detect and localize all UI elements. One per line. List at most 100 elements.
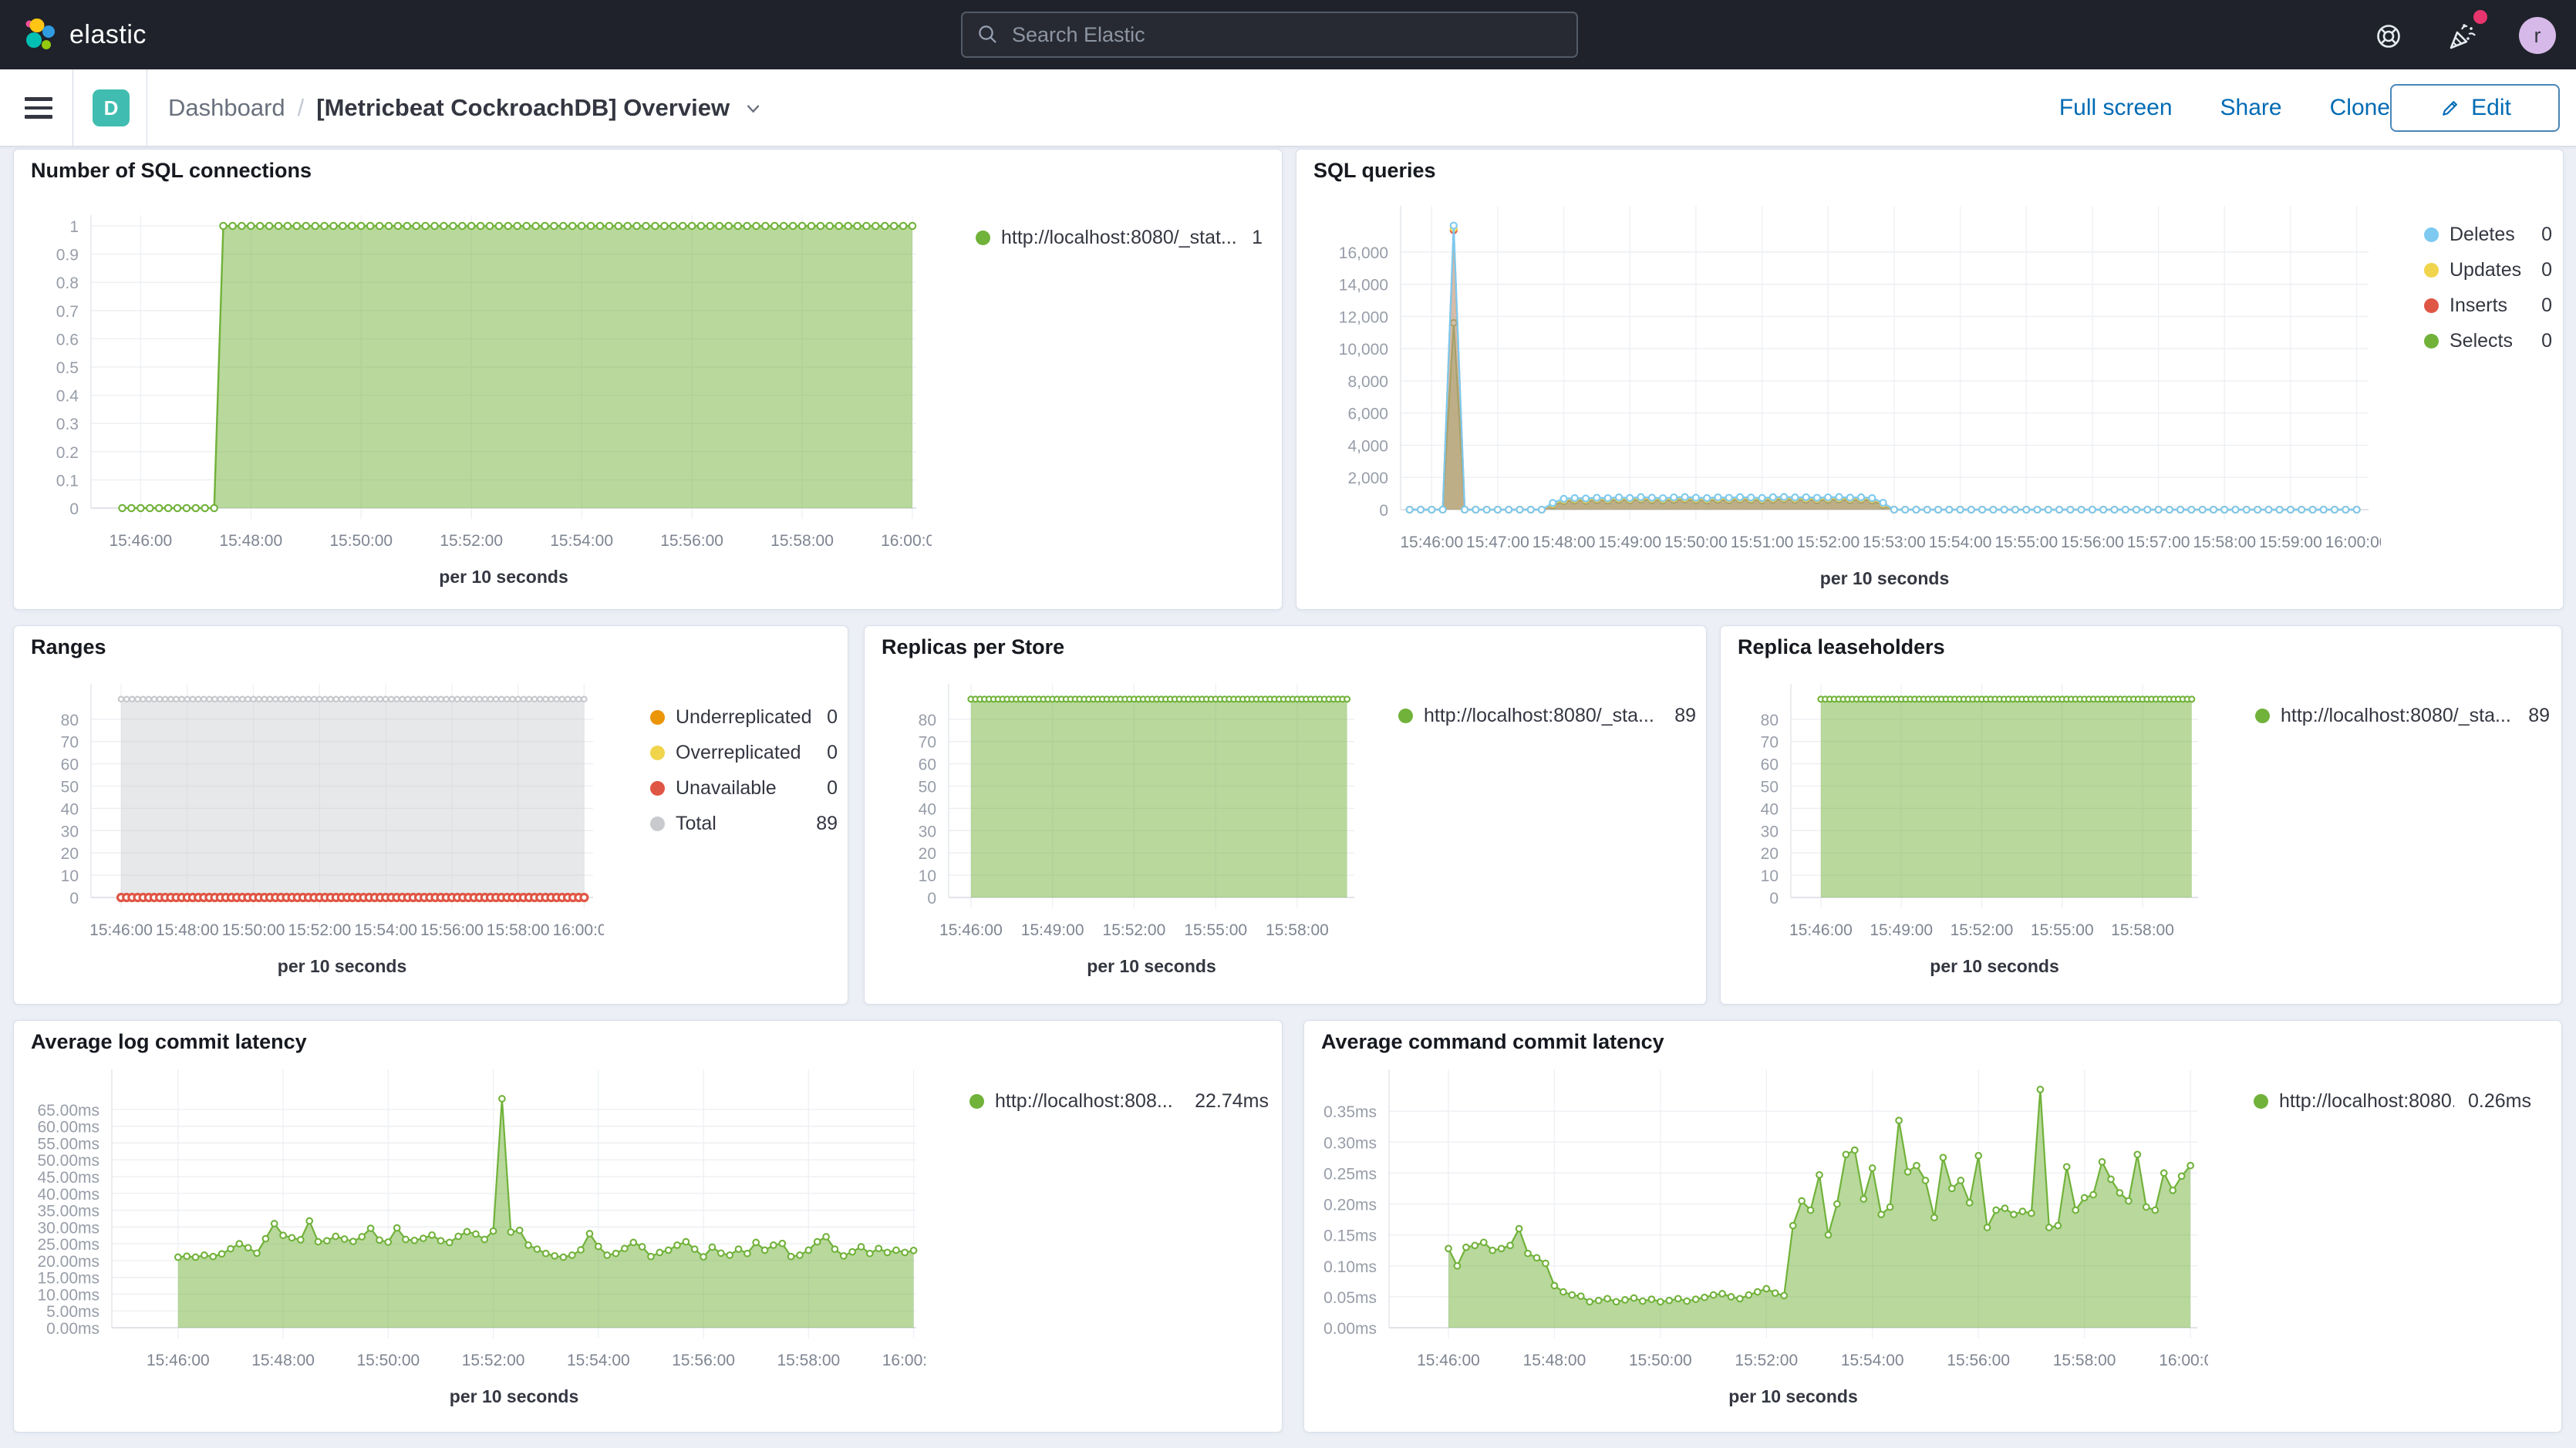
legend-color-dot: [2424, 334, 2439, 349]
svg-text:60: 60: [1761, 756, 1779, 774]
legend-item[interactable]: Overreplicated0: [650, 742, 838, 764]
legend-value: 0: [2541, 224, 2552, 246]
svg-text:15:55:00: 15:55:00: [2031, 921, 2094, 939]
svg-text:0.10ms: 0.10ms: [1323, 1258, 1377, 1276]
svg-text:2,000: 2,000: [1347, 470, 1388, 487]
svg-text:0.9: 0.9: [56, 247, 79, 264]
panel-title[interactable]: Average command commit latency: [1321, 1030, 1664, 1054]
svg-text:15:59:00: 15:59:00: [2259, 534, 2322, 551]
chart-avg-command-commit-latency[interactable]: 0.35ms0.30ms0.25ms0.20ms0.15ms0.10ms0.05…: [1320, 1065, 2208, 1439]
chart-svg-cmdlatency: 0.35ms0.30ms0.25ms0.20ms0.15ms0.10ms0.05…: [1320, 1065, 2208, 1435]
legend-color-dot: [650, 710, 665, 725]
search-input[interactable]: [1010, 22, 1563, 48]
legend-label: http://localhost:808...: [995, 1090, 1181, 1113]
brand-wordmark: elastic: [69, 20, 147, 50]
svg-text:15:48:00: 15:48:00: [1523, 1352, 1586, 1369]
clone-button[interactable]: Clone: [2330, 95, 2390, 121]
legend-replicas-per-store: http://localhost:8080/_sta...89: [1398, 705, 1696, 740]
legend-item[interactable]: http://localhost:8080/_sta...89: [2255, 705, 2550, 727]
legend-color-dot: [650, 781, 665, 796]
legend-value: 0.26ms: [2468, 1090, 2531, 1113]
panel-title[interactable]: Average log commit latency: [31, 1030, 307, 1054]
panel-avg-command-commit-latency: Average command commit latency 0.35ms0.3…: [1303, 1020, 2562, 1433]
elastic-logo[interactable]: elastic: [23, 17, 147, 52]
chevron-down-icon[interactable]: [742, 97, 764, 119]
panel-title[interactable]: SQL queries: [1313, 159, 1436, 183]
legend-item[interactable]: Updates0: [2424, 259, 2552, 281]
legend-item[interactable]: Selects0: [2424, 330, 2552, 352]
elastic-logo-icon: [23, 17, 59, 52]
breadcrumb-dashboard[interactable]: Dashboard: [168, 94, 285, 122]
svg-text:15:55:00: 15:55:00: [1184, 921, 1247, 939]
svg-text:70: 70: [61, 734, 79, 752]
svg-text:15:46:00: 15:46:00: [1789, 921, 1853, 939]
svg-text:per 10 seconds: per 10 seconds: [450, 1386, 578, 1406]
svg-text:16:00:00: 16:00:00: [2325, 534, 2381, 551]
dashboard-badge[interactable]: D: [93, 89, 130, 126]
svg-text:0.6: 0.6: [56, 331, 79, 349]
legend-item[interactable]: http://localhost:8080...0.26ms: [2254, 1090, 2531, 1113]
help-icon[interactable]: [2372, 19, 2406, 53]
svg-text:per 10 seconds: per 10 seconds: [1728, 1386, 1857, 1406]
panel-title[interactable]: Replicas per Store: [882, 635, 1064, 659]
legend-item[interactable]: Deletes0: [2424, 224, 2552, 246]
legend-item[interactable]: Unavailable0: [650, 777, 838, 800]
legend-color-dot: [2254, 1094, 2268, 1109]
legend-sql-connections: http://localhost:8080/_stat...1: [976, 227, 1263, 262]
legend-item[interactable]: http://localhost:8080/_stat...1: [976, 227, 1263, 249]
svg-text:15:56:00: 15:56:00: [660, 532, 723, 550]
svg-text:0.4: 0.4: [56, 388, 79, 406]
share-button[interactable]: Share: [2220, 95, 2282, 121]
toolbar-actions: Full screen Share Clone: [2059, 69, 2390, 146]
svg-text:15:49:00: 15:49:00: [1870, 921, 1933, 939]
legend-value: 0: [2541, 259, 2552, 281]
legend-item[interactable]: Inserts0: [2424, 295, 2552, 317]
panel-title[interactable]: Replica leaseholders: [1738, 635, 1945, 659]
svg-text:10.00ms: 10.00ms: [37, 1286, 99, 1304]
svg-text:55.00ms: 55.00ms: [37, 1135, 99, 1153]
svg-text:0.35ms: 0.35ms: [1323, 1103, 1377, 1121]
panel-replica-leaseholders: Replica leaseholders 8070605040302010015…: [1720, 625, 2562, 1005]
full-screen-button[interactable]: Full screen: [2059, 95, 2173, 121]
svg-text:15:46:00: 15:46:00: [1417, 1352, 1480, 1369]
divider: [72, 69, 73, 146]
avatar-initial: r: [2534, 24, 2541, 48]
legend-item[interactable]: http://localhost:8080/_sta...89: [1398, 705, 1696, 727]
svg-text:0: 0: [1379, 502, 1388, 520]
svg-text:40: 40: [919, 800, 936, 818]
svg-text:60: 60: [919, 756, 936, 774]
svg-text:16:00:00: 16:00:00: [881, 532, 932, 550]
series-total: [119, 697, 587, 897]
svg-text:15:54:00: 15:54:00: [354, 921, 417, 939]
legend-value: 0: [827, 706, 838, 729]
chart-sql-queries[interactable]: 16,00014,00012,00010,0008,0006,0004,0002…: [1312, 194, 2381, 629]
panel-title[interactable]: Number of SQL connections: [31, 159, 312, 183]
global-search[interactable]: [961, 12, 1578, 58]
chart-avg-log-commit-latency[interactable]: 65.00ms60.00ms55.00ms50.00ms45.00ms40.00…: [29, 1065, 927, 1439]
chart-replica-leaseholders[interactable]: 8070605040302010015:46:0015:49:0015:52:0…: [1736, 664, 2207, 999]
legend-item[interactable]: http://localhost:808...22.74ms: [969, 1090, 1269, 1113]
chart-sql-connections[interactable]: 10.90.80.70.60.50.40.30.20.1015:46:0015:…: [29, 194, 932, 629]
chart-svg-queries: 16,00014,00012,00010,0008,0006,0004,0002…: [1312, 194, 2381, 625]
panel-title[interactable]: Ranges: [31, 635, 106, 659]
user-avatar[interactable]: r: [2519, 17, 2556, 54]
svg-text:per 10 seconds: per 10 seconds: [1930, 956, 2058, 976]
chart-replicas-per-store[interactable]: 8070605040302010015:46:0015:49:0015:52:0…: [880, 664, 1364, 999]
svg-text:0.5: 0.5: [56, 359, 79, 377]
legend-item[interactable]: Underreplicated0: [650, 706, 838, 729]
svg-text:15:54:00: 15:54:00: [567, 1352, 630, 1369]
svg-text:0.00ms: 0.00ms: [1323, 1320, 1377, 1338]
menu-hamburger-icon[interactable]: [25, 97, 52, 119]
svg-text:15:48:00: 15:48:00: [156, 921, 219, 939]
svg-text:15:58:00: 15:58:00: [770, 532, 834, 550]
legend-item[interactable]: Total89: [650, 813, 838, 835]
svg-text:20: 20: [919, 845, 936, 863]
chart-ranges[interactable]: 8070605040302010015:46:0015:48:0015:50:0…: [29, 664, 604, 999]
legend-avg-log-commit-latency: http://localhost:808...22.74ms: [969, 1090, 1269, 1126]
legend-value: 0: [2541, 295, 2552, 317]
series-leaseholders: [1818, 696, 2194, 897]
svg-text:15:48:00: 15:48:00: [251, 1352, 315, 1369]
svg-text:12,000: 12,000: [1339, 308, 1388, 326]
edit-button[interactable]: Edit: [2390, 84, 2560, 132]
breadcrumb-separator: /: [298, 94, 305, 122]
